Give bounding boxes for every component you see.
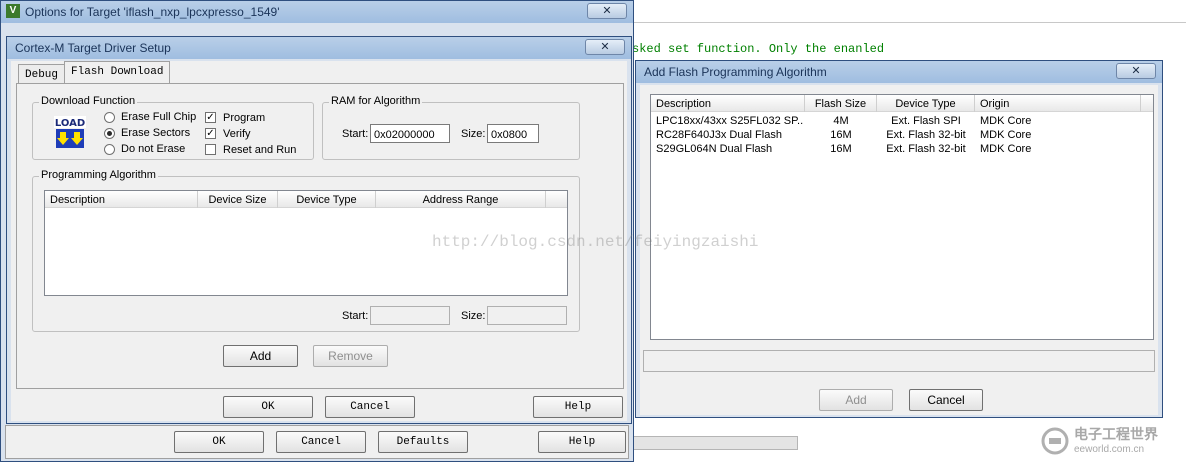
do-not-erase-radio[interactable] — [104, 144, 115, 155]
algo-size-input — [487, 306, 567, 325]
ram-size-label: Size: — [461, 128, 486, 140]
column-device-type[interactable]: Device Type — [278, 191, 376, 208]
add-window-cancel-button[interactable]: Cancel — [909, 389, 983, 411]
row-device-type: Ext. Flash SPI — [891, 115, 961, 127]
programming-algorithm-title: Programming Algorithm — [39, 169, 158, 181]
options-window-titlebar[interactable]: V Options for Target 'iflash_nxp_lpcxpre… — [1, 1, 633, 23]
erase-sectors-label: Erase Sectors — [121, 127, 191, 139]
flash-algorithm-list[interactable]: Description Flash Size Device Type Origi… — [650, 94, 1154, 340]
remove-algorithm-button: Remove — [313, 345, 388, 367]
add-window-titlebar[interactable]: Add Flash Programming Algorithm — [636, 61, 1162, 83]
algo-start-label: Start: — [342, 310, 369, 322]
column-device-type[interactable]: Device Type — [877, 95, 975, 112]
keil-app-icon: V — [6, 4, 20, 18]
row-description: LPC18xx/43xx S25FL032 SP... — [656, 115, 804, 127]
code-line: sked set function. Only the enanled — [632, 42, 885, 56]
add-window-add-button: Add — [819, 389, 893, 411]
row-description: RC28F640J3x Dual Flash — [656, 129, 782, 141]
reset-and-run-label: Reset and Run — [223, 144, 297, 156]
ram-size-input[interactable] — [487, 124, 539, 143]
options-help-button[interactable]: Help — [538, 431, 626, 453]
add-window-title: Add Flash Programming Algorithm — [644, 65, 827, 79]
add-algorithm-button[interactable]: Add — [223, 345, 298, 367]
reset-and-run-checkbox[interactable] — [205, 144, 216, 155]
eeworld-brand-domain: eeworld.com.cn — [1074, 444, 1145, 455]
erase-full-chip-radio[interactable] — [104, 112, 115, 123]
algorithm-path-field — [643, 350, 1155, 372]
driver-close-button[interactable]: ✕ — [585, 39, 625, 55]
eeworld-brand: 电子工程世界 eeworld.com.cn — [1040, 424, 1180, 460]
load-icon-text: LOAD — [55, 118, 85, 129]
download-function-title: Download Function — [39, 95, 138, 107]
driver-cancel-button[interactable]: Cancel — [325, 396, 415, 418]
column-description[interactable]: Description — [45, 191, 198, 208]
algo-start-input — [370, 306, 450, 325]
editor-divider — [630, 22, 1186, 23]
column-origin[interactable]: Origin — [975, 95, 1141, 112]
driver-window-titlebar[interactable]: Cortex-M Target Driver Setup — [7, 37, 631, 59]
do-not-erase-label: Do not Erase — [121, 143, 186, 155]
blog-watermark: http://blog.csdn.net/feiyingzaishi — [432, 233, 759, 251]
eeworld-logo-icon — [1041, 427, 1069, 455]
ram-start-label: Start: — [342, 128, 369, 140]
program-checkbox[interactable]: ✓ — [205, 112, 216, 123]
erase-sectors-radio[interactable] — [104, 128, 115, 139]
row-device-type: Ext. Flash 32-bit — [886, 129, 966, 141]
flash-algorithm-list-header: Description Flash Size Device Type Origi… — [651, 95, 1153, 112]
algorithm-list-header: Description Device Size Device Type Addr… — [45, 191, 567, 208]
column-flash-size[interactable]: Flash Size — [805, 95, 877, 112]
options-close-button[interactable]: ✕ — [587, 3, 627, 19]
row-flash-size: 4M — [833, 115, 849, 127]
row-origin: MDK Core — [980, 129, 1032, 141]
row-description: S29GL064N Dual Flash — [656, 143, 773, 155]
driver-ok-button[interactable]: OK — [223, 396, 313, 418]
verify-checkbox[interactable]: ✓ — [205, 128, 216, 139]
program-label: Program — [223, 112, 266, 124]
options-defaults-button[interactable]: Defaults — [378, 431, 468, 453]
column-address-range[interactable]: Address Range — [376, 191, 546, 208]
algo-size-label: Size: — [461, 310, 486, 322]
add-window-close-button[interactable]: ✕ — [1116, 63, 1156, 79]
options-ok-button[interactable]: OK — [174, 431, 264, 453]
tab-flash-download[interactable]: Flash Download — [64, 61, 171, 84]
tab-debug-label[interactable]: Debug — [18, 64, 66, 84]
row-origin: MDK Core — [980, 115, 1032, 127]
options-window-title: Options for Target 'iflash_nxp_lpcxpress… — [25, 5, 280, 19]
ram-start-input[interactable] — [370, 124, 450, 143]
verify-label: Verify — [223, 128, 251, 140]
load-icon: LOAD — [54, 116, 86, 148]
erase-full-chip-label: Erase Full Chip — [121, 111, 197, 123]
options-cancel-button[interactable]: Cancel — [276, 431, 366, 453]
row-device-type: Ext. Flash 32-bit — [886, 143, 966, 155]
driver-window-title: Cortex-M Target Driver Setup — [15, 41, 171, 55]
row-flash-size: 16M — [830, 143, 852, 155]
row-flash-size: 16M — [830, 129, 852, 141]
options-button-bar: OK Cancel Defaults Help — [5, 425, 629, 459]
driver-help-button[interactable]: Help — [533, 396, 623, 418]
row-origin: MDK Core — [980, 143, 1032, 155]
eeworld-brand-name: 电子工程世界 — [1074, 427, 1158, 443]
column-description[interactable]: Description — [651, 95, 805, 112]
ram-for-algorithm-title: RAM for Algorithm — [329, 95, 423, 107]
column-device-size[interactable]: Device Size — [198, 191, 278, 208]
